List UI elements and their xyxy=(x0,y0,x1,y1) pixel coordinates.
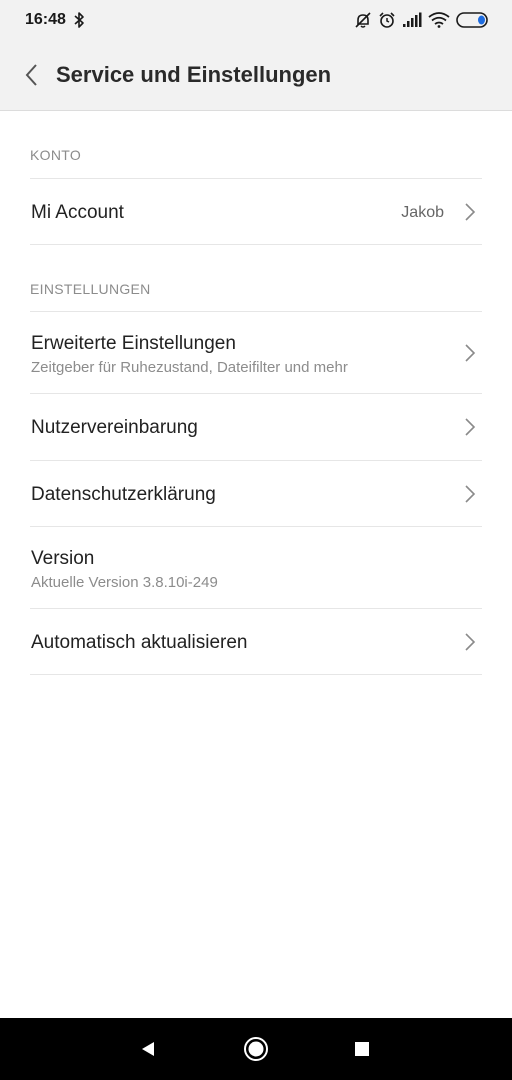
chevron-right-icon xyxy=(465,203,476,221)
status-icons xyxy=(354,10,490,30)
page-title: Service und Einstellungen xyxy=(56,62,332,87)
auto-update-row[interactable]: Automatisch aktualisieren xyxy=(30,608,482,674)
chevron-left-icon xyxy=(25,64,37,86)
version-row: Version Aktuelle Version 3.8.10i-249 xyxy=(30,526,482,608)
status-bar: 16:48 xyxy=(0,0,512,40)
status-time: 16:48 xyxy=(25,11,66,28)
app-header: Service und Einstellungen xyxy=(0,40,512,111)
navigation-bar xyxy=(0,1018,512,1080)
nav-recents-button[interactable] xyxy=(348,1035,376,1063)
mi-account-row[interactable]: Mi Account Jakob xyxy=(30,178,482,244)
mute-icon xyxy=(355,12,371,28)
nav-home-button[interactable] xyxy=(242,1035,270,1063)
advanced-settings-subtitle: Zeitgeber für Ruhezustand, Dateifilter u… xyxy=(31,359,348,376)
user-agreement-row[interactable]: Nutzervereinbarung xyxy=(30,393,482,460)
privacy-row[interactable]: Datenschutzerklärung xyxy=(30,460,482,526)
alarm-icon xyxy=(379,12,395,28)
version-title: Version xyxy=(31,548,95,569)
back-button[interactable] xyxy=(14,58,48,92)
user-agreement-title: Nutzervereinbarung xyxy=(31,417,198,438)
mi-account-value: Jakob xyxy=(401,204,444,221)
mi-account-title: Mi Account xyxy=(31,202,124,223)
signal-icon xyxy=(403,12,422,27)
chevron-right-icon xyxy=(465,485,476,503)
auto-update-title: Automatisch aktualisieren xyxy=(31,632,248,653)
bluetooth-icon xyxy=(74,12,84,28)
chevron-right-icon xyxy=(465,633,476,651)
chevron-right-icon xyxy=(465,344,476,362)
home-circle-icon xyxy=(244,1037,268,1061)
advanced-settings-row[interactable]: Erweiterte Einstellungen Zeitgeber für R… xyxy=(30,311,482,393)
recents-square-icon xyxy=(355,1042,369,1056)
nav-back-button[interactable] xyxy=(134,1035,162,1063)
version-subtitle: Aktuelle Version 3.8.10i-249 xyxy=(31,574,218,591)
back-triangle-icon xyxy=(142,1042,154,1056)
battery-icon xyxy=(456,12,488,28)
divider xyxy=(30,244,482,245)
wifi-icon xyxy=(428,12,450,28)
advanced-settings-title: Erweiterte Einstellungen xyxy=(31,333,236,354)
section-header-konto: KONTO xyxy=(30,147,82,163)
divider xyxy=(30,674,482,675)
chevron-right-icon xyxy=(465,418,476,436)
privacy-title: Datenschutzerklärung xyxy=(31,484,216,505)
section-header-einstellungen: EINSTELLUNGEN xyxy=(30,281,151,297)
